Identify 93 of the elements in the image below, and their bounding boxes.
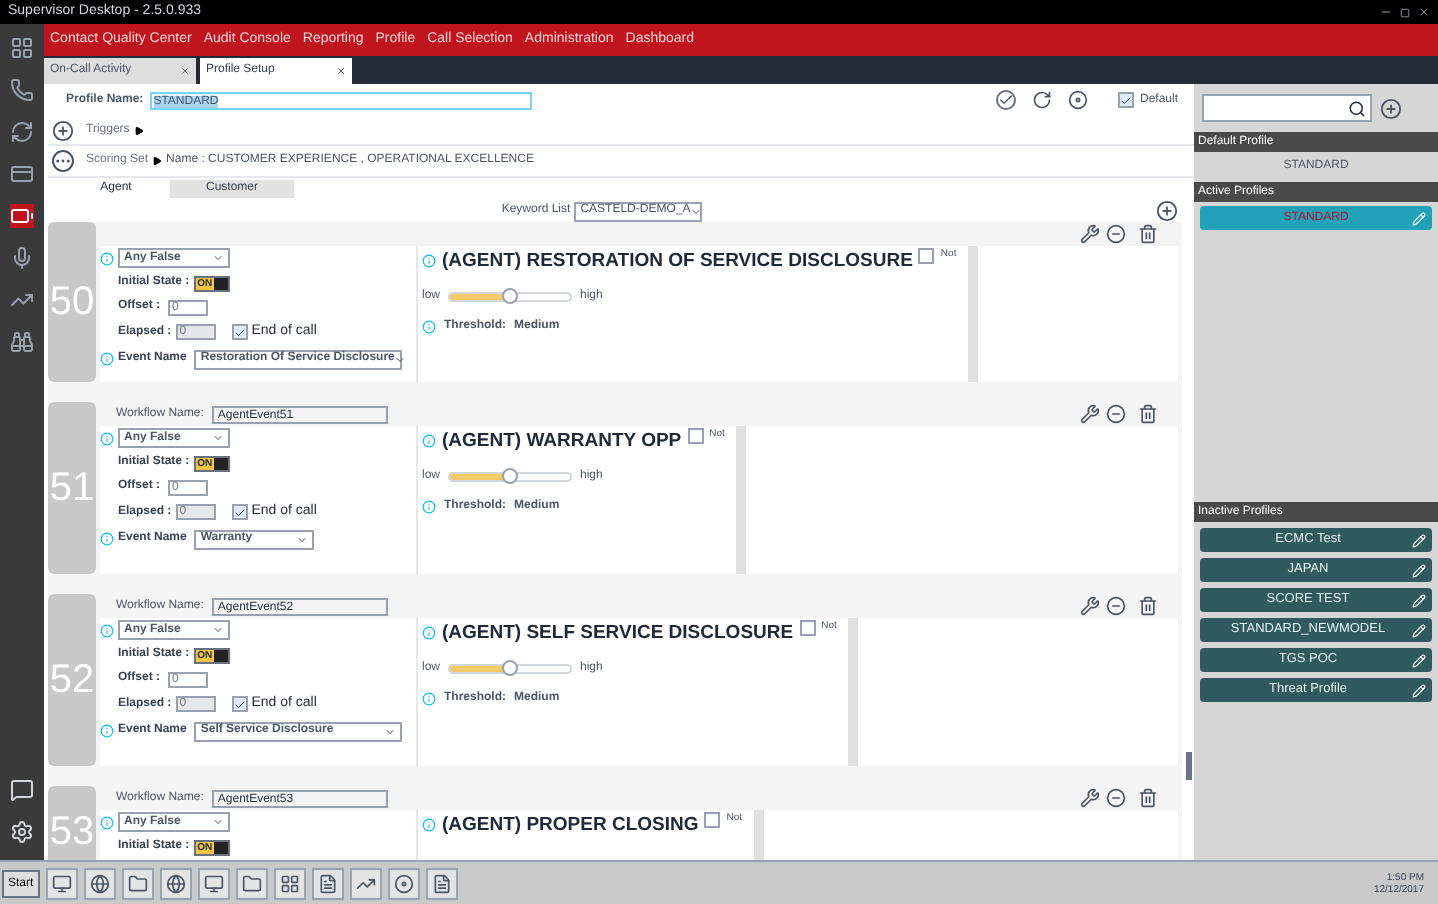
add-icon[interactable] bbox=[1156, 200, 1179, 222]
add-icon[interactable] bbox=[1380, 97, 1402, 119]
minus-icon[interactable] bbox=[1106, 596, 1126, 616]
checkmark-icon[interactable] bbox=[995, 90, 1016, 110]
app-glyph-icon bbox=[279, 873, 300, 893]
info-icon bbox=[100, 431, 114, 445]
minus-icon[interactable] bbox=[1106, 224, 1126, 244]
minus-icon[interactable] bbox=[1106, 788, 1126, 808]
disc-icon[interactable] bbox=[1067, 90, 1088, 110]
app-glyph-icon bbox=[317, 873, 338, 893]
slider-thumb[interactable] bbox=[502, 660, 519, 677]
app-glyph-icon bbox=[165, 873, 186, 893]
edit-icon[interactable] bbox=[1412, 563, 1426, 577]
wrench-icon[interactable] bbox=[1080, 596, 1100, 616]
app-icon[interactable] bbox=[235, 867, 268, 899]
trash-icon[interactable] bbox=[1138, 224, 1158, 244]
app-icon[interactable] bbox=[159, 867, 192, 899]
minimize-icon[interactable] bbox=[1380, 6, 1392, 18]
info-icon bbox=[422, 692, 436, 707]
info-icon bbox=[100, 352, 114, 366]
search-field[interactable] bbox=[1202, 94, 1372, 122]
refresh-icon[interactable] bbox=[10, 120, 34, 144]
card-icon[interactable] bbox=[10, 162, 34, 186]
phone-icon[interactable] bbox=[10, 78, 34, 102]
add-icon[interactable] bbox=[52, 119, 74, 141]
slider-thumb[interactable] bbox=[502, 288, 519, 305]
app-glyph-icon bbox=[127, 873, 148, 893]
app-glyph-icon bbox=[355, 873, 376, 893]
wrench-icon[interactable] bbox=[1080, 788, 1100, 808]
edit-icon[interactable] bbox=[1412, 683, 1426, 697]
not-checkbox[interactable] bbox=[687, 428, 704, 444]
app-icon[interactable] bbox=[121, 867, 154, 899]
app-glyph-icon bbox=[203, 873, 224, 893]
battery-icon[interactable] bbox=[10, 204, 34, 228]
info-icon bbox=[422, 254, 436, 268]
edit-icon[interactable] bbox=[1412, 593, 1426, 607]
app-icon[interactable] bbox=[349, 867, 382, 899]
info-icon bbox=[422, 500, 436, 515]
not-checkbox[interactable] bbox=[704, 812, 721, 828]
app-glyph-icon bbox=[89, 873, 110, 893]
event-title: (AGENT) PROPER CLOSING bbox=[442, 812, 699, 840]
not-checkbox[interactable] bbox=[918, 248, 935, 264]
edit-icon[interactable] bbox=[1412, 533, 1426, 547]
app-glyph-icon bbox=[393, 873, 414, 893]
event-title: (AGENT) SELF SERVICE DISCLOSURE bbox=[442, 620, 794, 648]
info-icon bbox=[100, 623, 114, 637]
info-icon bbox=[100, 532, 114, 546]
app-icon[interactable] bbox=[273, 867, 306, 899]
event-title: (AGENT) WARRANTY OPP bbox=[442, 428, 682, 456]
app-glyph-icon bbox=[431, 873, 452, 893]
info-icon bbox=[100, 724, 114, 738]
not-checkbox[interactable] bbox=[799, 620, 816, 636]
app-icon[interactable] bbox=[45, 867, 78, 899]
trash-icon[interactable] bbox=[1138, 788, 1158, 808]
info-icon bbox=[100, 815, 114, 829]
microphone-icon[interactable] bbox=[10, 246, 34, 270]
refresh-icon[interactable] bbox=[1031, 90, 1052, 110]
info-icon bbox=[422, 320, 436, 335]
app-icon[interactable] bbox=[387, 867, 420, 899]
edit-icon[interactable] bbox=[1412, 653, 1426, 667]
expand-icon[interactable] bbox=[133, 125, 144, 135]
binoculars-icon[interactable] bbox=[10, 330, 34, 354]
edit-icon[interactable] bbox=[1412, 623, 1426, 637]
wrench-icon[interactable] bbox=[1080, 404, 1100, 424]
chat-icon[interactable] bbox=[10, 778, 34, 802]
app-glyph-icon bbox=[51, 873, 72, 893]
app-icon[interactable] bbox=[311, 867, 344, 899]
maximize-icon[interactable] bbox=[1400, 7, 1410, 17]
end-of-call-checkbox[interactable] bbox=[231, 324, 248, 341]
event-title: (AGENT) RESTORATION OF SERVICE DISCLOSURE bbox=[442, 248, 913, 276]
info-icon bbox=[422, 434, 436, 448]
more-icon[interactable] bbox=[52, 150, 74, 172]
app-icon[interactable] bbox=[197, 867, 230, 899]
chart-icon[interactable] bbox=[10, 288, 34, 312]
app-glyph-icon bbox=[241, 873, 262, 893]
info-icon bbox=[100, 251, 114, 265]
info-icon bbox=[422, 626, 436, 640]
app-icon[interactable] bbox=[425, 867, 458, 899]
app-icon[interactable] bbox=[83, 867, 116, 899]
minus-icon[interactable] bbox=[1106, 404, 1126, 424]
close-icon[interactable] bbox=[1418, 6, 1430, 18]
search-icon[interactable] bbox=[1348, 99, 1366, 117]
end-of-call-checkbox[interactable] bbox=[231, 696, 248, 713]
trash-icon[interactable] bbox=[1138, 404, 1158, 424]
end-of-call-checkbox[interactable] bbox=[231, 504, 248, 521]
settings-icon[interactable] bbox=[10, 820, 34, 844]
grid-icon[interactable] bbox=[10, 36, 34, 60]
default-checkbox[interactable] bbox=[1117, 92, 1134, 108]
trash-icon[interactable] bbox=[1138, 596, 1158, 616]
expand-icon[interactable] bbox=[152, 156, 163, 166]
wrench-icon[interactable] bbox=[1080, 224, 1100, 244]
slider-thumb[interactable] bbox=[502, 468, 519, 485]
info-icon bbox=[422, 818, 436, 832]
